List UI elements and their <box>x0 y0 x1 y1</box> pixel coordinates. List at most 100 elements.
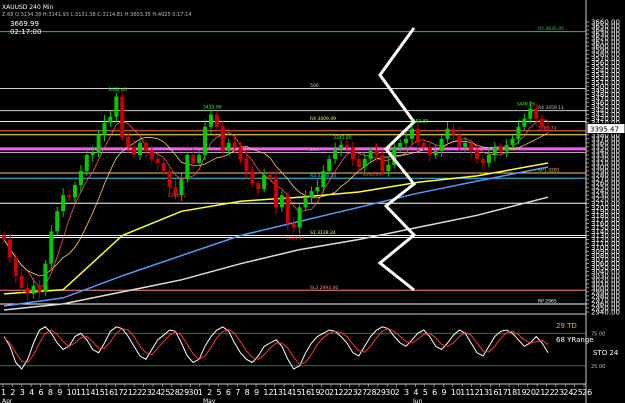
candle-body <box>191 154 196 163</box>
candle-body <box>279 195 284 208</box>
candle-body <box>327 158 332 172</box>
candle-body <box>386 164 391 172</box>
level-label: 500 <box>310 147 319 153</box>
date-tick-label: 5 <box>423 388 428 397</box>
date-tick-label: 26 <box>582 388 592 397</box>
candle-body <box>167 171 172 188</box>
candle-body <box>250 171 255 184</box>
candle-body <box>528 108 533 119</box>
current-price-label: 3395.47 <box>590 126 619 134</box>
candle-body <box>546 126 550 129</box>
peak-label: 3345.00 <box>333 135 352 141</box>
candle-body <box>368 150 373 159</box>
level-label: S1 3128.24 <box>310 230 336 236</box>
candle-body <box>78 171 83 186</box>
level-label: R4 3459.11 <box>538 105 564 111</box>
candle-body <box>37 285 42 292</box>
quote-line: Z:68 O:3134.38 H:3141.93 L:3131.38 C:311… <box>2 12 192 18</box>
candle-body <box>132 146 137 155</box>
candle-body <box>421 142 426 147</box>
candle-body <box>333 148 338 159</box>
candle-body <box>469 142 474 151</box>
candle-body <box>274 177 278 208</box>
level-label: R5 3635.05 <box>538 26 564 32</box>
date-tick-label: 9 <box>254 388 259 397</box>
trough-label: 3244.22 <box>167 193 186 199</box>
peak-label: 3392.89 <box>410 119 429 125</box>
peak-label: 3435.99 <box>203 105 222 111</box>
stoch-range-label: 68 YRange <box>556 336 594 344</box>
price-tick-label: 2940.00 <box>591 309 620 317</box>
candle-body <box>149 150 154 159</box>
candle-body <box>2 235 6 240</box>
candle-body <box>138 142 142 155</box>
candle-body <box>486 154 491 163</box>
date-tick-label: 2 <box>207 388 212 397</box>
date-tick-label: 2 <box>395 388 400 397</box>
candle-body <box>309 191 314 198</box>
price-chart[interactable]: R5 3635.05500R4 3459.11R4 3409.493382.74… <box>0 0 625 403</box>
date-tick-label: 5 <box>217 388 222 397</box>
date-tick-label: 4 <box>29 388 34 397</box>
date-tick-label: 2 <box>10 388 15 397</box>
candle-body <box>120 96 125 137</box>
candle-body <box>185 154 190 180</box>
date-tick-label: 1 <box>198 388 203 397</box>
candle-body <box>268 175 273 178</box>
trough-label: 3293.93 <box>363 172 382 178</box>
peak-label: 3449.26 <box>516 101 535 107</box>
candle-body <box>102 122 107 135</box>
level-label: 500 <box>310 83 319 89</box>
candle-body <box>49 231 54 264</box>
price-axis[interactable]: 3660.003650.003640.003630.003620.003610.… <box>586 19 625 317</box>
candle-body <box>285 195 290 224</box>
candle-body <box>203 126 208 155</box>
level-label: SL3 2993.40 <box>310 285 338 291</box>
candle-body <box>315 187 320 192</box>
level-label: RP 2965 <box>538 298 557 304</box>
candle-body <box>362 158 367 167</box>
symbol-title: XAUUSD 240 Min <box>2 4 54 11</box>
candle-body <box>108 116 113 123</box>
candle-body <box>350 146 355 159</box>
date-tick-label: 1 <box>1 388 6 397</box>
date-tick-label: 6 <box>432 388 437 397</box>
candle-body <box>398 142 403 147</box>
candle-body <box>19 275 24 288</box>
candle-body <box>303 197 308 208</box>
candle-body <box>291 223 296 228</box>
date-tick-label: 7 <box>235 388 240 397</box>
date-tick-label: 6 <box>226 388 231 397</box>
candle-body <box>480 158 485 163</box>
candle-body <box>415 128 420 143</box>
candle-body <box>13 257 18 276</box>
candle-body <box>451 128 456 135</box>
cursor-price-readout: 3669.99 <box>10 20 39 28</box>
month-label: Apr <box>2 398 13 403</box>
candle-body <box>463 142 468 147</box>
candle-body <box>31 285 36 294</box>
candle-body <box>238 146 243 159</box>
candle-body <box>498 146 503 151</box>
candle-body <box>475 150 480 159</box>
candle-body <box>25 287 30 294</box>
candle-body <box>90 152 95 155</box>
candle-body <box>214 114 219 127</box>
candle-body <box>344 144 349 147</box>
candle-body <box>404 138 409 143</box>
candle-body <box>55 211 60 232</box>
candle-body <box>232 142 237 147</box>
candle-body <box>197 154 202 163</box>
date-tick-label: 4 <box>413 388 418 397</box>
candle-body <box>72 185 77 198</box>
candle-body <box>161 162 166 172</box>
trough-label: 3124.37 <box>286 235 305 241</box>
candle-body <box>155 158 160 163</box>
candle-body <box>143 142 148 151</box>
candle-body <box>439 138 444 151</box>
stoch-level-label: 25.00 <box>591 364 605 370</box>
candle-body <box>492 146 497 155</box>
month-label: Jun <box>412 398 423 403</box>
candle-body <box>374 150 379 155</box>
date-tick-label: 9 <box>57 388 62 397</box>
